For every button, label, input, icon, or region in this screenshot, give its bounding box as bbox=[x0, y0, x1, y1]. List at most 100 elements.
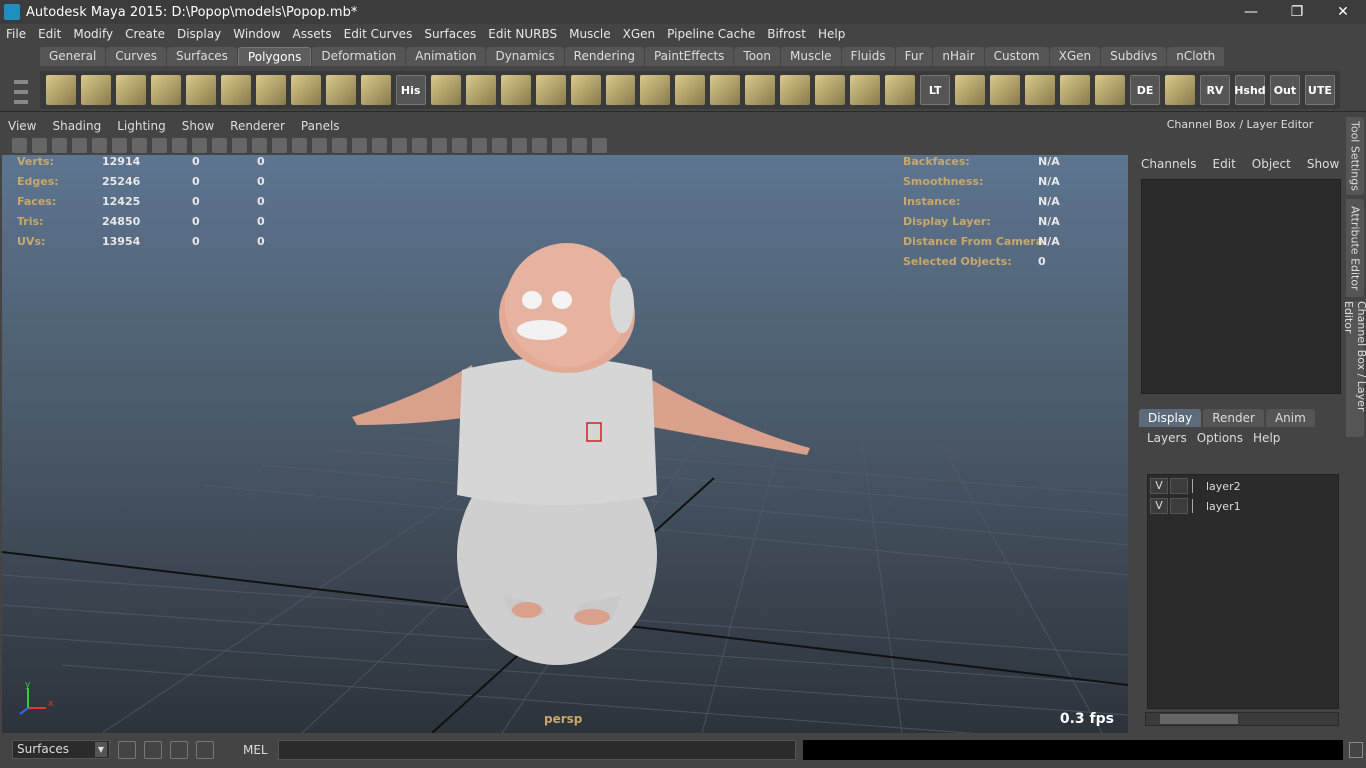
panel-toolbar-icon-10[interactable] bbox=[212, 137, 227, 153]
polygon-tool-icon-12[interactable] bbox=[500, 75, 531, 105]
panel-toolbar-icon-26[interactable] bbox=[532, 137, 547, 153]
polygon-tool-icon-11[interactable] bbox=[465, 75, 496, 105]
shelf-handle[interactable] bbox=[10, 74, 32, 108]
minimize-icon[interactable]: — bbox=[1228, 0, 1274, 24]
panel-toolbar-icon-25[interactable] bbox=[512, 137, 527, 153]
shelf-tab-animation[interactable]: Animation bbox=[406, 47, 486, 66]
panel-toolbar-icon-8[interactable] bbox=[172, 137, 187, 153]
polygon-tool-icon-17[interactable] bbox=[675, 75, 706, 105]
layer-playback-toggle[interactable] bbox=[1170, 498, 1188, 514]
menu-edit[interactable]: Edit bbox=[32, 27, 67, 41]
panel-toolbar-icon-29[interactable] bbox=[592, 137, 607, 153]
outliner-icon[interactable] bbox=[170, 741, 188, 759]
scrollbar-thumb[interactable] bbox=[1160, 714, 1238, 724]
shelf-tab-ncloth[interactable]: nCloth bbox=[1167, 47, 1225, 66]
panel-toolbar-icon-17[interactable] bbox=[352, 137, 367, 153]
shelf-tab-general[interactable]: General bbox=[40, 47, 106, 66]
command-input[interactable] bbox=[278, 740, 796, 760]
menu-bifrost[interactable]: Bifrost bbox=[761, 27, 812, 41]
panel-toolbar-icon-21[interactable] bbox=[432, 137, 447, 153]
channel-box-menu-object[interactable]: Object bbox=[1252, 157, 1291, 171]
polygon-tool-icon-8[interactable] bbox=[325, 75, 356, 105]
panel-toolbar-icon-19[interactable] bbox=[392, 137, 407, 153]
polygon-tool-icon-5[interactable] bbox=[220, 75, 251, 105]
panel-menu-renderer[interactable]: Renderer bbox=[222, 119, 293, 133]
close-icon[interactable]: ✕ bbox=[1320, 0, 1366, 24]
layer-scrollbar[interactable] bbox=[1145, 712, 1339, 726]
panel-toolbar-icon-18[interactable] bbox=[372, 137, 387, 153]
layer-menu-layers[interactable]: Layers bbox=[1147, 431, 1187, 445]
shelf-tab-fluids[interactable]: Fluids bbox=[841, 47, 895, 66]
menu-muscle[interactable]: Muscle bbox=[563, 27, 617, 41]
panel-toolbar-icon-3[interactable] bbox=[72, 137, 87, 153]
script-editor-button[interactable] bbox=[1349, 742, 1363, 758]
layer-tab-anim[interactable]: Anim bbox=[1265, 409, 1315, 427]
tab-channel-box[interactable]: Channel Box / Layer Editor bbox=[1342, 301, 1366, 437]
shelf-button-hshd[interactable]: Hshd bbox=[1234, 75, 1266, 105]
shelf-tab-nhair[interactable]: nHair bbox=[933, 47, 984, 66]
panel-menu-view[interactable]: View bbox=[0, 119, 44, 133]
snap-toggle-icon[interactable] bbox=[118, 741, 136, 759]
shelf-tab-polygons[interactable]: Polygons bbox=[237, 47, 312, 66]
shelf-button-his[interactable]: His bbox=[395, 75, 426, 105]
shelf-tab-subdivs[interactable]: Subdivs bbox=[1101, 47, 1167, 66]
panel-toolbar-icon-4[interactable] bbox=[92, 137, 107, 153]
channel-box-menu-show[interactable]: Show bbox=[1307, 157, 1339, 171]
polygon-tool-icon-1[interactable] bbox=[80, 75, 111, 105]
layer-menu-options[interactable]: Options bbox=[1197, 431, 1243, 445]
layer-row-layer1[interactable]: Vlayer1 bbox=[1150, 497, 1336, 515]
layer-tab-render[interactable]: Render bbox=[1203, 409, 1264, 427]
menu-help[interactable]: Help bbox=[812, 27, 851, 41]
panel-toolbar-icon-24[interactable] bbox=[492, 137, 507, 153]
panel-toolbar-icon-23[interactable] bbox=[472, 137, 487, 153]
menu-edit-curves[interactable]: Edit Curves bbox=[338, 27, 419, 41]
panel-toolbar-icon-22[interactable] bbox=[452, 137, 467, 153]
polygon-tool-icon-25[interactable] bbox=[990, 75, 1021, 105]
list-icon[interactable] bbox=[196, 741, 214, 759]
shelf-button-out[interactable]: Out bbox=[1269, 75, 1300, 105]
layer-row-layer2[interactable]: Vlayer2 bbox=[1150, 477, 1336, 495]
channel-box-content[interactable] bbox=[1141, 179, 1341, 394]
shelf-tab-dynamics[interactable]: Dynamics bbox=[486, 47, 564, 66]
menu-assets[interactable]: Assets bbox=[287, 27, 338, 41]
polygon-tool-icon-26[interactable] bbox=[1025, 75, 1056, 105]
menu-set-select[interactable]: Surfaces ▼ bbox=[12, 740, 110, 759]
shelf-tab-curves[interactable]: Curves bbox=[106, 47, 166, 66]
polygon-tool-icon-20[interactable] bbox=[780, 75, 811, 105]
layer-color-swatch[interactable] bbox=[1192, 499, 1204, 513]
shelf-button-de[interactable]: DE bbox=[1130, 75, 1160, 105]
tab-tool-settings[interactable]: Tool Settings bbox=[1346, 117, 1364, 195]
layer-tab-display[interactable]: Display bbox=[1139, 409, 1202, 427]
shelf-button-ute[interactable]: UTE bbox=[1304, 75, 1335, 105]
polygon-tool-icon-29[interactable] bbox=[1165, 75, 1195, 105]
channel-box-menu-edit[interactable]: Edit bbox=[1213, 157, 1236, 171]
shelf-button-rv[interactable]: RV bbox=[1199, 75, 1230, 105]
shelf-tab-painteffects[interactable]: PaintEffects bbox=[644, 47, 734, 66]
polygon-tool-icon-28[interactable] bbox=[1095, 75, 1126, 105]
panel-toolbar-icon-15[interactable] bbox=[312, 137, 327, 153]
tab-attribute-editor[interactable]: Attribute Editor bbox=[1346, 199, 1364, 297]
panel-toolbar-icon-20[interactable] bbox=[412, 137, 427, 153]
menu-xgen[interactable]: XGen bbox=[617, 27, 662, 41]
polygon-tool-icon-2[interactable] bbox=[115, 75, 146, 105]
polygon-tool-icon-27[interactable] bbox=[1060, 75, 1091, 105]
channel-box-menu-channels[interactable]: Channels bbox=[1141, 157, 1197, 171]
shelf-tab-surfaces[interactable]: Surfaces bbox=[166, 47, 237, 66]
menu-window[interactable]: Window bbox=[227, 27, 286, 41]
shelf-tab-rendering[interactable]: Rendering bbox=[564, 47, 644, 66]
script-editor-icon[interactable] bbox=[144, 741, 162, 759]
panel-toolbar-icon-1[interactable] bbox=[32, 137, 47, 153]
panel-toolbar-icon-5[interactable] bbox=[112, 137, 127, 153]
viewport-persp[interactable]: Verts: 12914 0 0 Edges: 25246 0 0 Faces: 12425 0 0 T… bbox=[2, 155, 1128, 733]
menu-create[interactable]: Create bbox=[119, 27, 171, 41]
polygon-tool-icon-10[interactable] bbox=[430, 75, 461, 105]
layer-color-swatch[interactable] bbox=[1192, 479, 1204, 493]
panel-toolbar-icon-9[interactable] bbox=[192, 137, 207, 153]
panel-toolbar-icon-11[interactable] bbox=[232, 137, 247, 153]
panel-menu-shading[interactable]: Shading bbox=[44, 119, 109, 133]
menu-file[interactable]: File bbox=[0, 27, 32, 41]
polygon-tool-icon-15[interactable] bbox=[605, 75, 636, 105]
polygon-tool-icon-4[interactable] bbox=[185, 75, 216, 105]
polygon-tool-icon-6[interactable] bbox=[255, 75, 286, 105]
polygon-tool-icon-13[interactable] bbox=[535, 75, 566, 105]
